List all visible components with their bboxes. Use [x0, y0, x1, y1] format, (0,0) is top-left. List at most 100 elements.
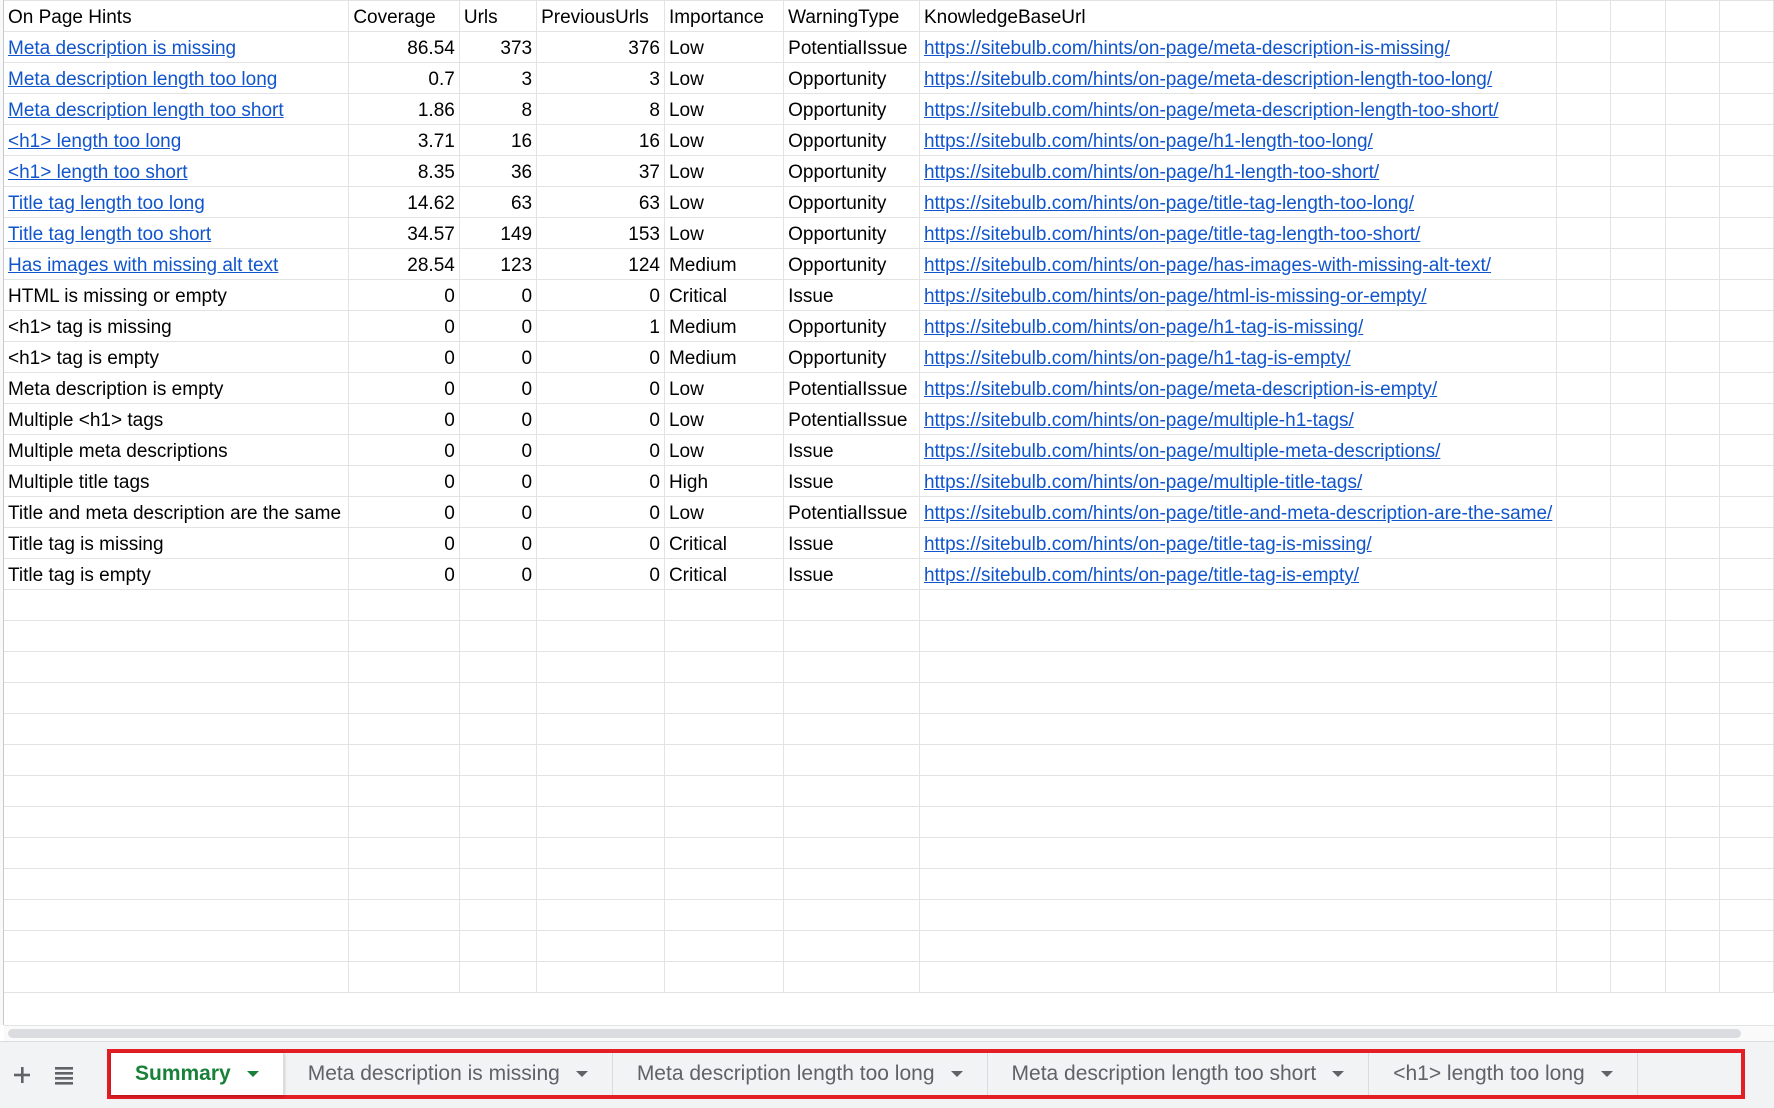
empty-cell[interactable] [1556, 31, 1612, 63]
warning-type-cell[interactable]: Issue [783, 465, 920, 497]
empty-cell[interactable] [1610, 186, 1666, 218]
knowledge-base-link[interactable]: https://sitebulb.com/hints/on-page/h1-ta… [924, 317, 1363, 338]
empty-cell[interactable] [664, 651, 785, 683]
urls-cell[interactable]: 0 [459, 310, 538, 342]
hint-cell[interactable]: Meta description length too long [4, 62, 350, 94]
empty-cell[interactable] [1719, 713, 1774, 745]
empty-cell[interactable] [1719, 651, 1774, 683]
empty-cell[interactable] [1719, 403, 1774, 435]
knowledge-base-cell[interactable]: https://sitebulb.com/hints/on-page/meta-… [919, 31, 1558, 63]
empty-cell[interactable] [1719, 465, 1774, 497]
hint-link[interactable]: Meta description length too long [8, 69, 277, 90]
sheet-tab[interactable]: Meta description is missing [284, 1053, 613, 1095]
empty-cell[interactable] [1610, 527, 1666, 559]
empty-cell[interactable] [1556, 558, 1612, 590]
previous-urls-cell[interactable]: 0 [536, 279, 665, 311]
empty-cell[interactable] [919, 651, 1558, 683]
empty-cell[interactable] [1556, 837, 1612, 869]
knowledge-base-link[interactable]: https://sitebulb.com/hints/on-page/meta-… [924, 38, 1450, 59]
hint-link[interactable]: Title tag length too long [8, 193, 205, 214]
empty-cell[interactable] [348, 899, 460, 931]
empty-cell[interactable] [919, 682, 1558, 714]
empty-cell[interactable] [1719, 744, 1774, 776]
empty-cell[interactable] [1556, 279, 1612, 311]
empty-cell[interactable] [348, 961, 460, 993]
empty-cell[interactable] [1665, 837, 1720, 869]
warning-type-cell[interactable]: Issue [783, 279, 920, 311]
empty-cell[interactable] [664, 899, 785, 931]
coverage-cell[interactable]: 86.54 [348, 31, 460, 63]
empty-cell[interactable] [536, 651, 665, 683]
empty-cell[interactable] [1719, 775, 1774, 807]
empty-cell[interactable] [459, 713, 538, 745]
empty-cell[interactable] [1610, 372, 1666, 404]
empty-cell[interactable] [459, 930, 538, 962]
empty-cell[interactable] [1719, 434, 1774, 466]
empty-cell[interactable] [783, 620, 920, 652]
dropdown-caret-icon[interactable] [950, 1071, 963, 1077]
urls-cell[interactable]: 8 [459, 93, 538, 125]
empty-cell[interactable] [459, 806, 538, 838]
empty-cell[interactable] [348, 682, 460, 714]
empty-cell[interactable] [4, 775, 350, 807]
empty-cell[interactable] [1665, 279, 1720, 311]
empty-cell[interactable] [664, 620, 785, 652]
hint-cell[interactable]: HTML is missing or empty [4, 279, 350, 311]
warning-type-cell[interactable]: Issue [783, 558, 920, 590]
knowledge-base-cell[interactable]: https://sitebulb.com/hints/on-page/meta-… [919, 62, 1558, 94]
hint-cell[interactable]: Multiple <h1> tags [4, 403, 350, 435]
empty-cell[interactable] [1556, 341, 1612, 373]
previous-urls-cell[interactable]: 0 [536, 527, 665, 559]
empty-cell[interactable] [1665, 248, 1720, 280]
empty-cell[interactable] [919, 713, 1558, 745]
warning-type-cell[interactable]: PotentialIssue [783, 31, 920, 63]
empty-cell[interactable] [536, 806, 665, 838]
hint-cell[interactable]: Meta description length too short [4, 93, 350, 125]
empty-cell[interactable] [1610, 496, 1666, 528]
knowledge-base-cell[interactable]: https://sitebulb.com/hints/on-page/meta-… [919, 93, 1558, 125]
hint-link[interactable]: Meta description is missing [8, 38, 236, 59]
empty-cell[interactable] [919, 806, 1558, 838]
urls-cell[interactable]: 63 [459, 186, 538, 218]
knowledge-base-cell[interactable]: https://sitebulb.com/hints/on-page/html-… [919, 279, 1558, 311]
knowledge-base-link[interactable]: https://sitebulb.com/hints/on-page/title… [924, 224, 1420, 245]
empty-cell[interactable] [1665, 465, 1720, 497]
sheet-tab[interactable]: <h1> length too long [1369, 1053, 1638, 1095]
warning-type-cell[interactable]: Opportunity [783, 93, 920, 125]
empty-cell[interactable] [1665, 93, 1720, 125]
empty-cell[interactable] [536, 744, 665, 776]
warning-type-cell[interactable]: Opportunity [783, 155, 920, 187]
empty-cell[interactable] [1719, 217, 1774, 249]
empty-cell[interactable] [919, 899, 1558, 931]
empty-cell[interactable] [783, 899, 920, 931]
knowledge-base-cell[interactable]: https://sitebulb.com/hints/on-page/has-i… [919, 248, 1558, 280]
empty-cell[interactable] [1719, 961, 1774, 993]
empty-cell[interactable] [1556, 868, 1612, 900]
empty-cell[interactable] [1719, 589, 1774, 621]
empty-cell[interactable] [1556, 713, 1612, 745]
empty-cell[interactable] [1556, 372, 1612, 404]
empty-cell[interactable] [459, 651, 538, 683]
empty-cell[interactable] [459, 589, 538, 621]
empty-cell[interactable] [348, 620, 460, 652]
empty-cell[interactable] [4, 589, 350, 621]
empty-cell[interactable] [1610, 620, 1666, 652]
empty-cell[interactable] [1665, 62, 1720, 94]
empty-cell[interactable] [1719, 62, 1774, 94]
empty-cell[interactable] [1719, 527, 1774, 559]
hint-cell[interactable]: Title tag is missing [4, 527, 350, 559]
empty-cell[interactable] [1556, 403, 1612, 435]
knowledge-base-link[interactable]: https://sitebulb.com/hints/on-page/multi… [924, 410, 1354, 431]
empty-cell[interactable] [1556, 124, 1612, 156]
hint-cell[interactable]: <h1> tag is empty [4, 341, 350, 373]
warning-type-cell[interactable]: Opportunity [783, 341, 920, 373]
urls-cell[interactable]: 0 [459, 558, 538, 590]
empty-cell[interactable] [1665, 496, 1720, 528]
empty-cell[interactable] [459, 682, 538, 714]
importance-cell[interactable]: Medium [664, 248, 785, 280]
empty-cell[interactable] [783, 775, 920, 807]
empty-cell[interactable] [1719, 93, 1774, 125]
hint-link[interactable]: <h1> length too long [8, 131, 181, 152]
empty-cell[interactable] [664, 806, 785, 838]
empty-cell[interactable] [1719, 310, 1774, 342]
